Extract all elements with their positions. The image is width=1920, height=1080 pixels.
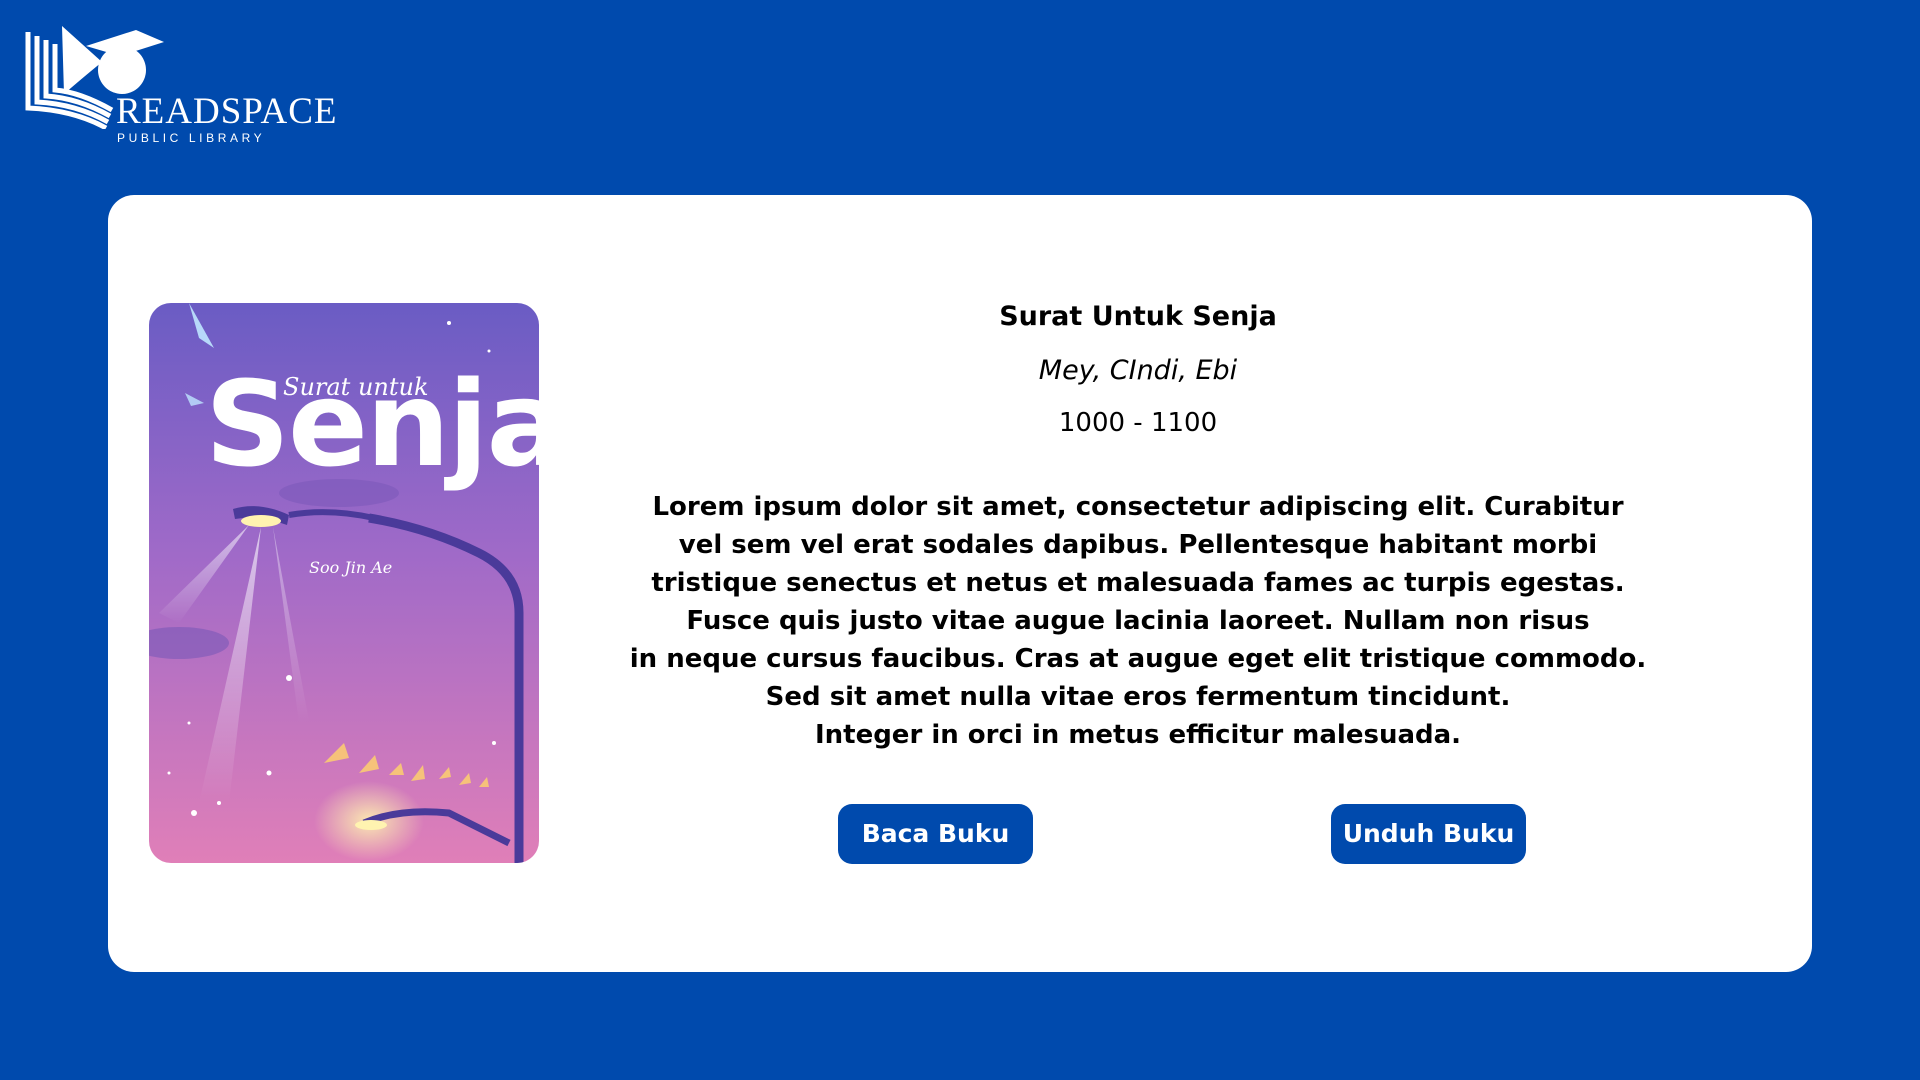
book-detail-card: Senja Surat untuk Soo Jin Ae Surat Untuk… xyxy=(108,195,1812,972)
book-description: Lorem ipsum dolor sit amet, consectetur … xyxy=(629,492,1647,750)
readspace-logo[interactable]: READSPACE PUBLIC LIBRARY xyxy=(24,24,354,149)
cover-title-small: Surat untuk xyxy=(283,373,429,401)
cover-author: Soo Jin Ae xyxy=(309,558,393,577)
book-title: Surat Untuk Senja xyxy=(999,301,1277,332)
book-cover: Senja Surat untuk Soo Jin Ae xyxy=(149,303,539,863)
book-authors: Mey, CIndi, Ebi xyxy=(1038,355,1238,386)
brand-tagline: PUBLIC LIBRARY xyxy=(117,131,266,145)
download-book-button[interactable]: Unduh Buku xyxy=(1331,804,1526,864)
brand-name: READSPACE xyxy=(116,91,338,132)
book-range: 1000 - 1100 xyxy=(1058,408,1218,438)
read-book-button[interactable]: Baca Buku xyxy=(838,804,1033,864)
